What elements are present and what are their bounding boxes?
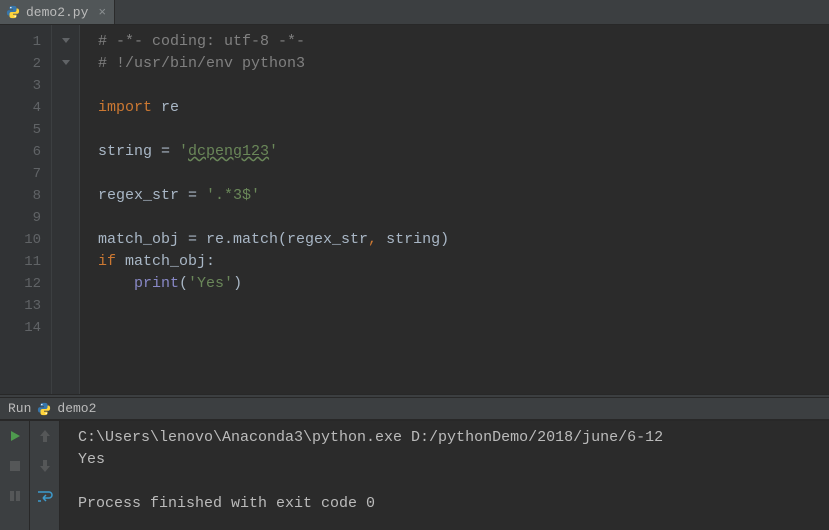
fold-slot bbox=[52, 97, 79, 119]
stop-icon[interactable] bbox=[6, 457, 24, 475]
fold-slot bbox=[52, 317, 79, 339]
line-number: 7 bbox=[0, 163, 41, 185]
code-line[interactable]: import re bbox=[98, 97, 829, 119]
line-number: 9 bbox=[0, 207, 41, 229]
run-toolbar-secondary bbox=[30, 421, 60, 530]
run-toolwindow: C:\Users\lenovo\Anaconda3\python.exe D:/… bbox=[0, 420, 829, 530]
code-line[interactable]: match_obj = re.match(regex_str, string) bbox=[98, 229, 829, 251]
code-line[interactable] bbox=[98, 317, 829, 339]
console-line: Yes bbox=[78, 449, 829, 471]
code-line[interactable]: regex_str = '.*3$' bbox=[98, 185, 829, 207]
console-line bbox=[78, 471, 829, 493]
fold-slot bbox=[52, 251, 79, 273]
code-line[interactable]: # !/usr/bin/env python3 bbox=[98, 53, 829, 75]
run-label: Run bbox=[8, 401, 31, 416]
code-line[interactable]: if match_obj: bbox=[98, 251, 829, 273]
fold-slot bbox=[52, 229, 79, 251]
line-number: 6 bbox=[0, 141, 41, 163]
fold-icon[interactable] bbox=[52, 53, 79, 75]
code-line[interactable] bbox=[98, 163, 829, 185]
fold-slot bbox=[52, 273, 79, 295]
code-line[interactable] bbox=[98, 119, 829, 141]
code-line[interactable]: # -*- coding: utf-8 -*- bbox=[98, 31, 829, 53]
fold-slot bbox=[52, 119, 79, 141]
soft-wrap-icon[interactable] bbox=[36, 487, 54, 505]
rerun-icon[interactable] bbox=[6, 427, 24, 445]
code-editor[interactable]: 1234567891011121314 # -*- coding: utf-8 … bbox=[0, 25, 829, 394]
run-toolbar-primary bbox=[0, 421, 30, 530]
arrow-down-icon[interactable] bbox=[36, 457, 54, 475]
file-tab-label: demo2.py bbox=[26, 5, 88, 20]
fold-slot bbox=[52, 207, 79, 229]
arrow-up-icon[interactable] bbox=[36, 427, 54, 445]
code-area[interactable]: # -*- coding: utf-8 -*-# !/usr/bin/env p… bbox=[80, 25, 829, 394]
run-config-name: demo2 bbox=[57, 401, 96, 416]
fold-slot bbox=[52, 185, 79, 207]
fold-slot bbox=[52, 163, 79, 185]
python-file-icon bbox=[6, 5, 20, 19]
line-number: 2 bbox=[0, 53, 41, 75]
code-line[interactable]: string = 'dcpeng123' bbox=[98, 141, 829, 163]
fold-slot bbox=[52, 75, 79, 97]
fold-icon[interactable] bbox=[52, 31, 79, 53]
console-line: Process finished with exit code 0 bbox=[78, 493, 829, 515]
line-number: 11 bbox=[0, 251, 41, 273]
console-output[interactable]: C:\Users\lenovo\Anaconda3\python.exe D:/… bbox=[60, 421, 829, 530]
console-line: C:\Users\lenovo\Anaconda3\python.exe D:/… bbox=[78, 427, 829, 449]
line-number: 13 bbox=[0, 295, 41, 317]
line-number: 4 bbox=[0, 97, 41, 119]
fold-slot bbox=[52, 141, 79, 163]
line-number-gutter: 1234567891011121314 bbox=[0, 25, 52, 394]
line-number: 5 bbox=[0, 119, 41, 141]
code-line[interactable] bbox=[98, 75, 829, 97]
line-number: 10 bbox=[0, 229, 41, 251]
file-tab[interactable]: demo2.py × bbox=[0, 0, 115, 24]
fold-slot bbox=[52, 295, 79, 317]
code-line[interactable] bbox=[98, 295, 829, 317]
line-number: 14 bbox=[0, 317, 41, 339]
code-line[interactable]: print('Yes') bbox=[98, 273, 829, 295]
pause-icon[interactable] bbox=[6, 487, 24, 505]
close-tab-icon[interactable]: × bbox=[98, 5, 106, 20]
line-number: 12 bbox=[0, 273, 41, 295]
python-file-icon bbox=[37, 402, 51, 416]
code-line[interactable] bbox=[98, 207, 829, 229]
line-number: 3 bbox=[0, 75, 41, 97]
line-number: 1 bbox=[0, 31, 41, 53]
fold-gutter bbox=[52, 25, 80, 394]
editor-tabs: demo2.py × bbox=[0, 0, 829, 25]
line-number: 8 bbox=[0, 185, 41, 207]
run-toolwindow-header[interactable]: Run demo2 bbox=[0, 398, 829, 420]
